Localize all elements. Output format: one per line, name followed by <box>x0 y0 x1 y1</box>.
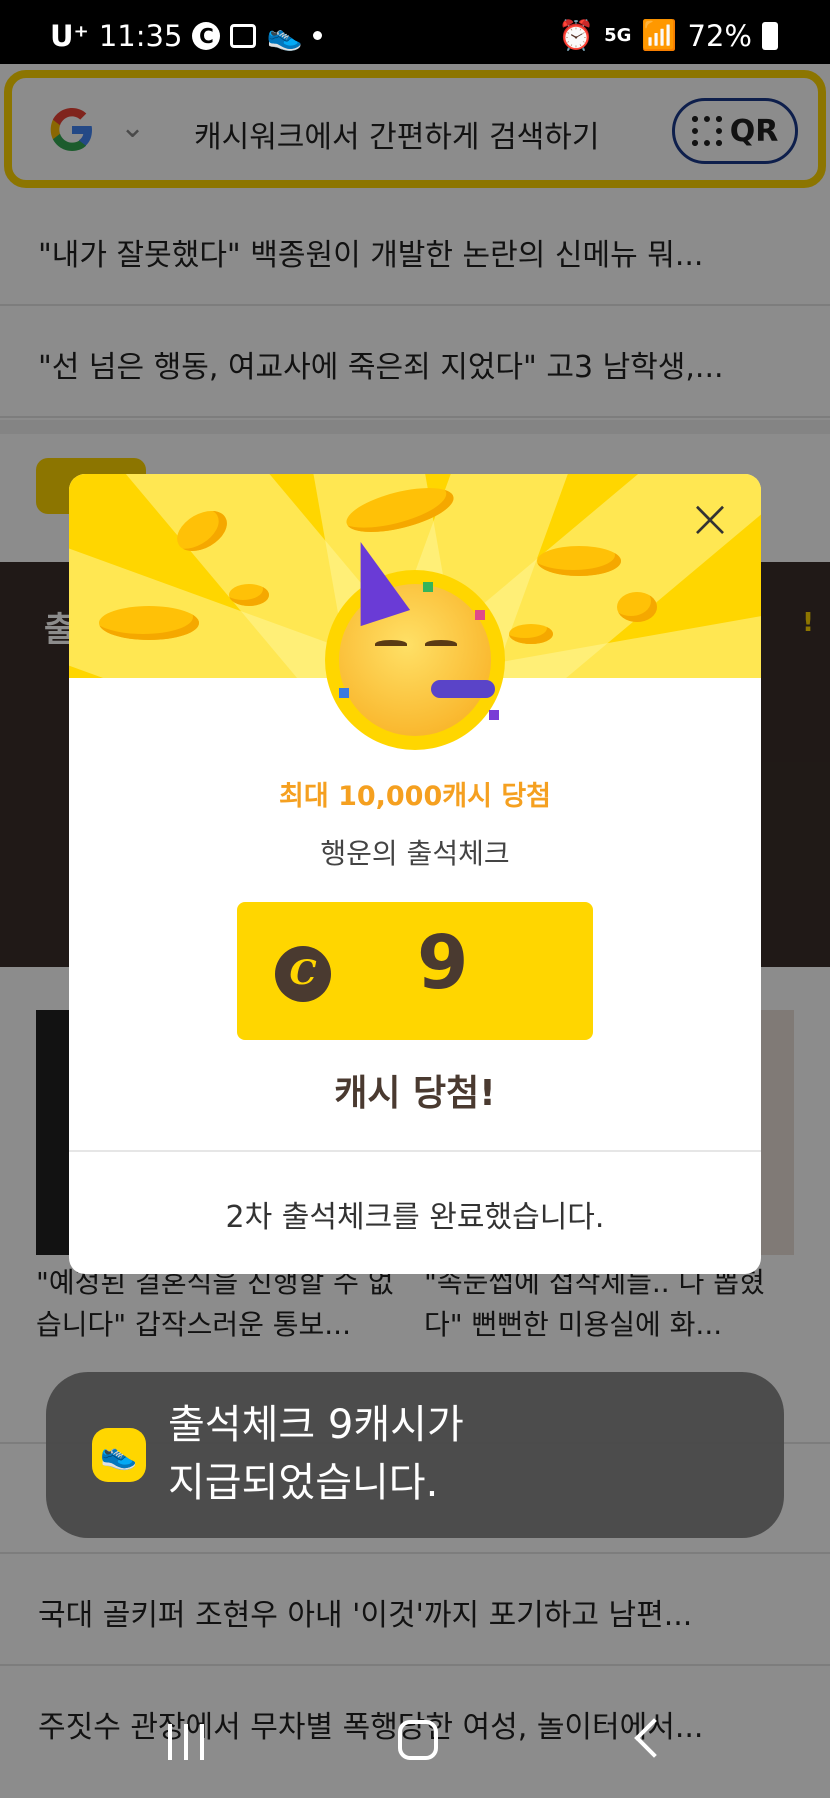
back-icon[interactable] <box>634 1718 674 1758</box>
prize-title: 최대 10,000캐시 당첨 <box>278 781 552 812</box>
toast-line-1: 출석체크 9캐시가 <box>168 1402 464 1448</box>
coin-icon <box>229 584 269 606</box>
coin-icon <box>537 546 621 576</box>
status-bar: U⁺ 11:35 C 👟 ⏰ 5G 📶 72% <box>0 0 830 64</box>
network-type-label: 5G <box>604 25 632 46</box>
cash-amount-box: C 9 <box>237 902 593 1040</box>
cash-amount: 9 <box>417 920 469 1006</box>
cashwalk-notification-icon: C <box>192 21 221 50</box>
signal-icon: 📶 <box>641 18 678 52</box>
modal-divider <box>69 1150 761 1152</box>
attendance-reward-modal: × 최대 10,000캐시 당첨 행운의 출석체크 C 9 캐시 당첨! 2차 … <box>69 474 761 1274</box>
recent-apps-icon[interactable] <box>168 1724 204 1760</box>
coin-icon <box>617 592 657 622</box>
shoe-icon: 👟 <box>92 1428 146 1482</box>
close-icon[interactable]: × <box>685 492 735 546</box>
toast-line-2: 지급되었습니다. <box>168 1460 439 1506</box>
party-face-emoji-icon <box>325 533 505 750</box>
home-icon[interactable] <box>398 1720 438 1760</box>
shoe-notification-icon: 👟 <box>266 18 303 52</box>
toast-notification: 👟 출석체크 9캐시가 지급되었습니다. <box>46 1372 784 1538</box>
win-text: 캐시 당첨! <box>334 1073 496 1114</box>
eye <box>375 640 407 648</box>
confetti <box>423 582 433 592</box>
more-notifications-dot-icon <box>312 31 322 40</box>
gallery-notification-icon <box>230 23 257 48</box>
status-left: U⁺ 11:35 C 👟 <box>50 18 322 53</box>
confetti <box>475 610 485 620</box>
coin-icon <box>99 606 199 640</box>
confetti <box>339 688 349 698</box>
alarm-icon: ⏰ <box>558 18 595 52</box>
completion-message: 2차 출석체크를 완료했습니다. <box>225 1200 605 1235</box>
party-face <box>335 533 495 736</box>
prize-subtitle: 행운의 출석체크 <box>320 837 510 870</box>
party-blower-icon <box>431 680 495 698</box>
cash-coin-icon: C <box>275 946 331 1002</box>
status-right: ⏰ 5G 📶 72% <box>558 18 778 53</box>
battery-percent: 72% <box>687 18 752 53</box>
navigation-bar <box>0 1686 830 1798</box>
coin-icon <box>509 624 553 644</box>
carrier-label: U⁺ <box>50 18 89 53</box>
clock: 11:35 <box>98 18 183 53</box>
confetti <box>489 710 499 720</box>
battery-icon <box>762 21 778 50</box>
eye <box>425 640 457 648</box>
toast-message: 출석체크 9캐시가 지급되었습니다. <box>168 1396 464 1512</box>
